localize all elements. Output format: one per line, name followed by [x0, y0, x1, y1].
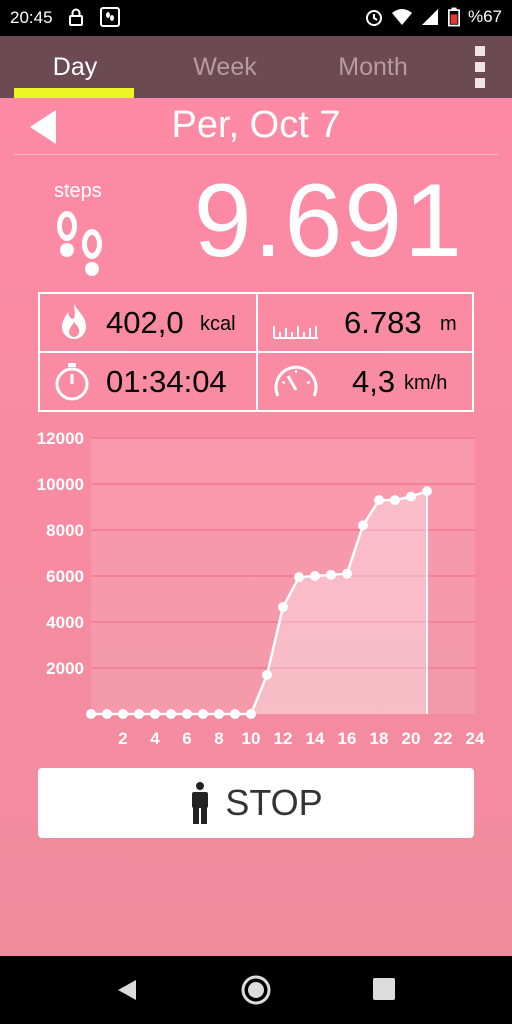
person-icon	[192, 782, 209, 824]
data-point	[166, 709, 176, 719]
stop-button[interactable]: STOP	[38, 768, 474, 838]
data-point	[358, 520, 368, 531]
stopwatch-icon	[55, 363, 89, 401]
y-tick-label: 8000	[46, 521, 84, 540]
data-point	[278, 602, 288, 613]
tab-bar: Day Week Month	[0, 36, 512, 98]
signal-icon	[421, 9, 438, 25]
flame-icon	[62, 304, 86, 339]
back-icon[interactable]	[116, 978, 138, 1002]
data-point	[326, 569, 336, 580]
duration-value: 01:34:04	[106, 364, 227, 399]
tab-week[interactable]: Week	[150, 36, 300, 98]
data-point	[406, 491, 416, 502]
battery-icon	[447, 7, 460, 27]
x-tick-label: 8	[214, 729, 223, 748]
distance-unit: m	[440, 313, 457, 335]
data-point	[134, 709, 144, 719]
alarm-icon	[365, 10, 382, 26]
data-point	[150, 709, 160, 719]
status-right: %67	[364, 7, 502, 27]
data-point	[230, 709, 240, 719]
y-tick-label: 2000	[46, 659, 84, 678]
x-tick-label: 4	[150, 729, 160, 748]
data-point	[390, 495, 400, 506]
data-point	[102, 709, 112, 719]
stats-divider-horizontal	[40, 351, 472, 353]
divider	[14, 154, 498, 155]
app-screen: Day Week Month Per, Oct 7 steps 9.691 40…	[0, 36, 512, 956]
x-tick-label: 18	[370, 729, 389, 748]
battery-percent: %67	[467, 7, 502, 26]
footprints-icon	[57, 211, 102, 276]
home-icon[interactable]	[240, 974, 272, 1006]
step-counter-notification-icon	[100, 7, 120, 27]
wifi-icon	[391, 9, 412, 25]
speed-value: 4,3	[352, 364, 396, 399]
lock-icon	[69, 8, 83, 26]
system-navigation-bar	[0, 956, 512, 1024]
data-point	[118, 709, 128, 719]
tab-month[interactable]: Month	[298, 36, 448, 98]
status-notifications	[66, 7, 120, 27]
x-tick-label: 16	[338, 729, 357, 748]
x-tick-label: 2	[118, 729, 127, 748]
status-time: 20:45	[10, 8, 53, 27]
x-tick-label: 10	[242, 729, 261, 748]
steps-count: 9.691	[193, 163, 464, 279]
distance-value: 6.783	[344, 305, 422, 340]
data-point	[86, 709, 96, 719]
speedometer-icon	[274, 365, 318, 397]
data-point	[246, 709, 256, 719]
steps-summary: steps 9.691	[0, 163, 512, 292]
x-tick-label: 6	[182, 729, 191, 748]
calories-value: 402,0	[106, 305, 184, 340]
data-point	[214, 709, 224, 719]
steps-chart: 200040006000800010000120002 4 6 8 10 12 14 16 18…	[37, 429, 485, 748]
status-bar: 20:45 %67	[0, 0, 512, 36]
steps-label: steps	[54, 180, 102, 202]
data-point	[198, 709, 208, 719]
data-point	[182, 709, 192, 719]
stats-grid: 402,0 kcal 6.783 m 01:34:04 4,3 km/h	[38, 292, 474, 412]
y-tick-label: 10000	[37, 475, 84, 494]
x-tick-label: 14	[306, 729, 325, 748]
date-title: Per, Oct 7	[171, 104, 341, 146]
stop-button-label: STOP	[225, 782, 323, 823]
data-point	[294, 572, 304, 583]
data-point	[262, 669, 272, 680]
x-tick-label: 22	[434, 729, 453, 748]
y-tick-label: 6000	[46, 567, 84, 586]
y-tick-label: 12000	[37, 429, 84, 448]
x-tick-label: 12	[274, 729, 293, 748]
overflow-menu-icon[interactable]	[472, 46, 488, 88]
date-row: Per, Oct 7	[0, 98, 512, 158]
data-point	[422, 486, 432, 497]
ruler-icon	[273, 326, 318, 339]
x-tick-label: 20	[402, 729, 421, 748]
active-tab-indicator	[14, 88, 134, 98]
data-point	[342, 568, 352, 579]
speed-unit: km/h	[404, 372, 448, 394]
x-tick-label: 24	[466, 729, 485, 748]
recents-icon[interactable]	[373, 978, 395, 1000]
data-point	[374, 495, 384, 506]
calories-unit: kcal	[200, 313, 236, 335]
y-tick-label: 4000	[46, 613, 84, 632]
data-point	[310, 571, 320, 581]
